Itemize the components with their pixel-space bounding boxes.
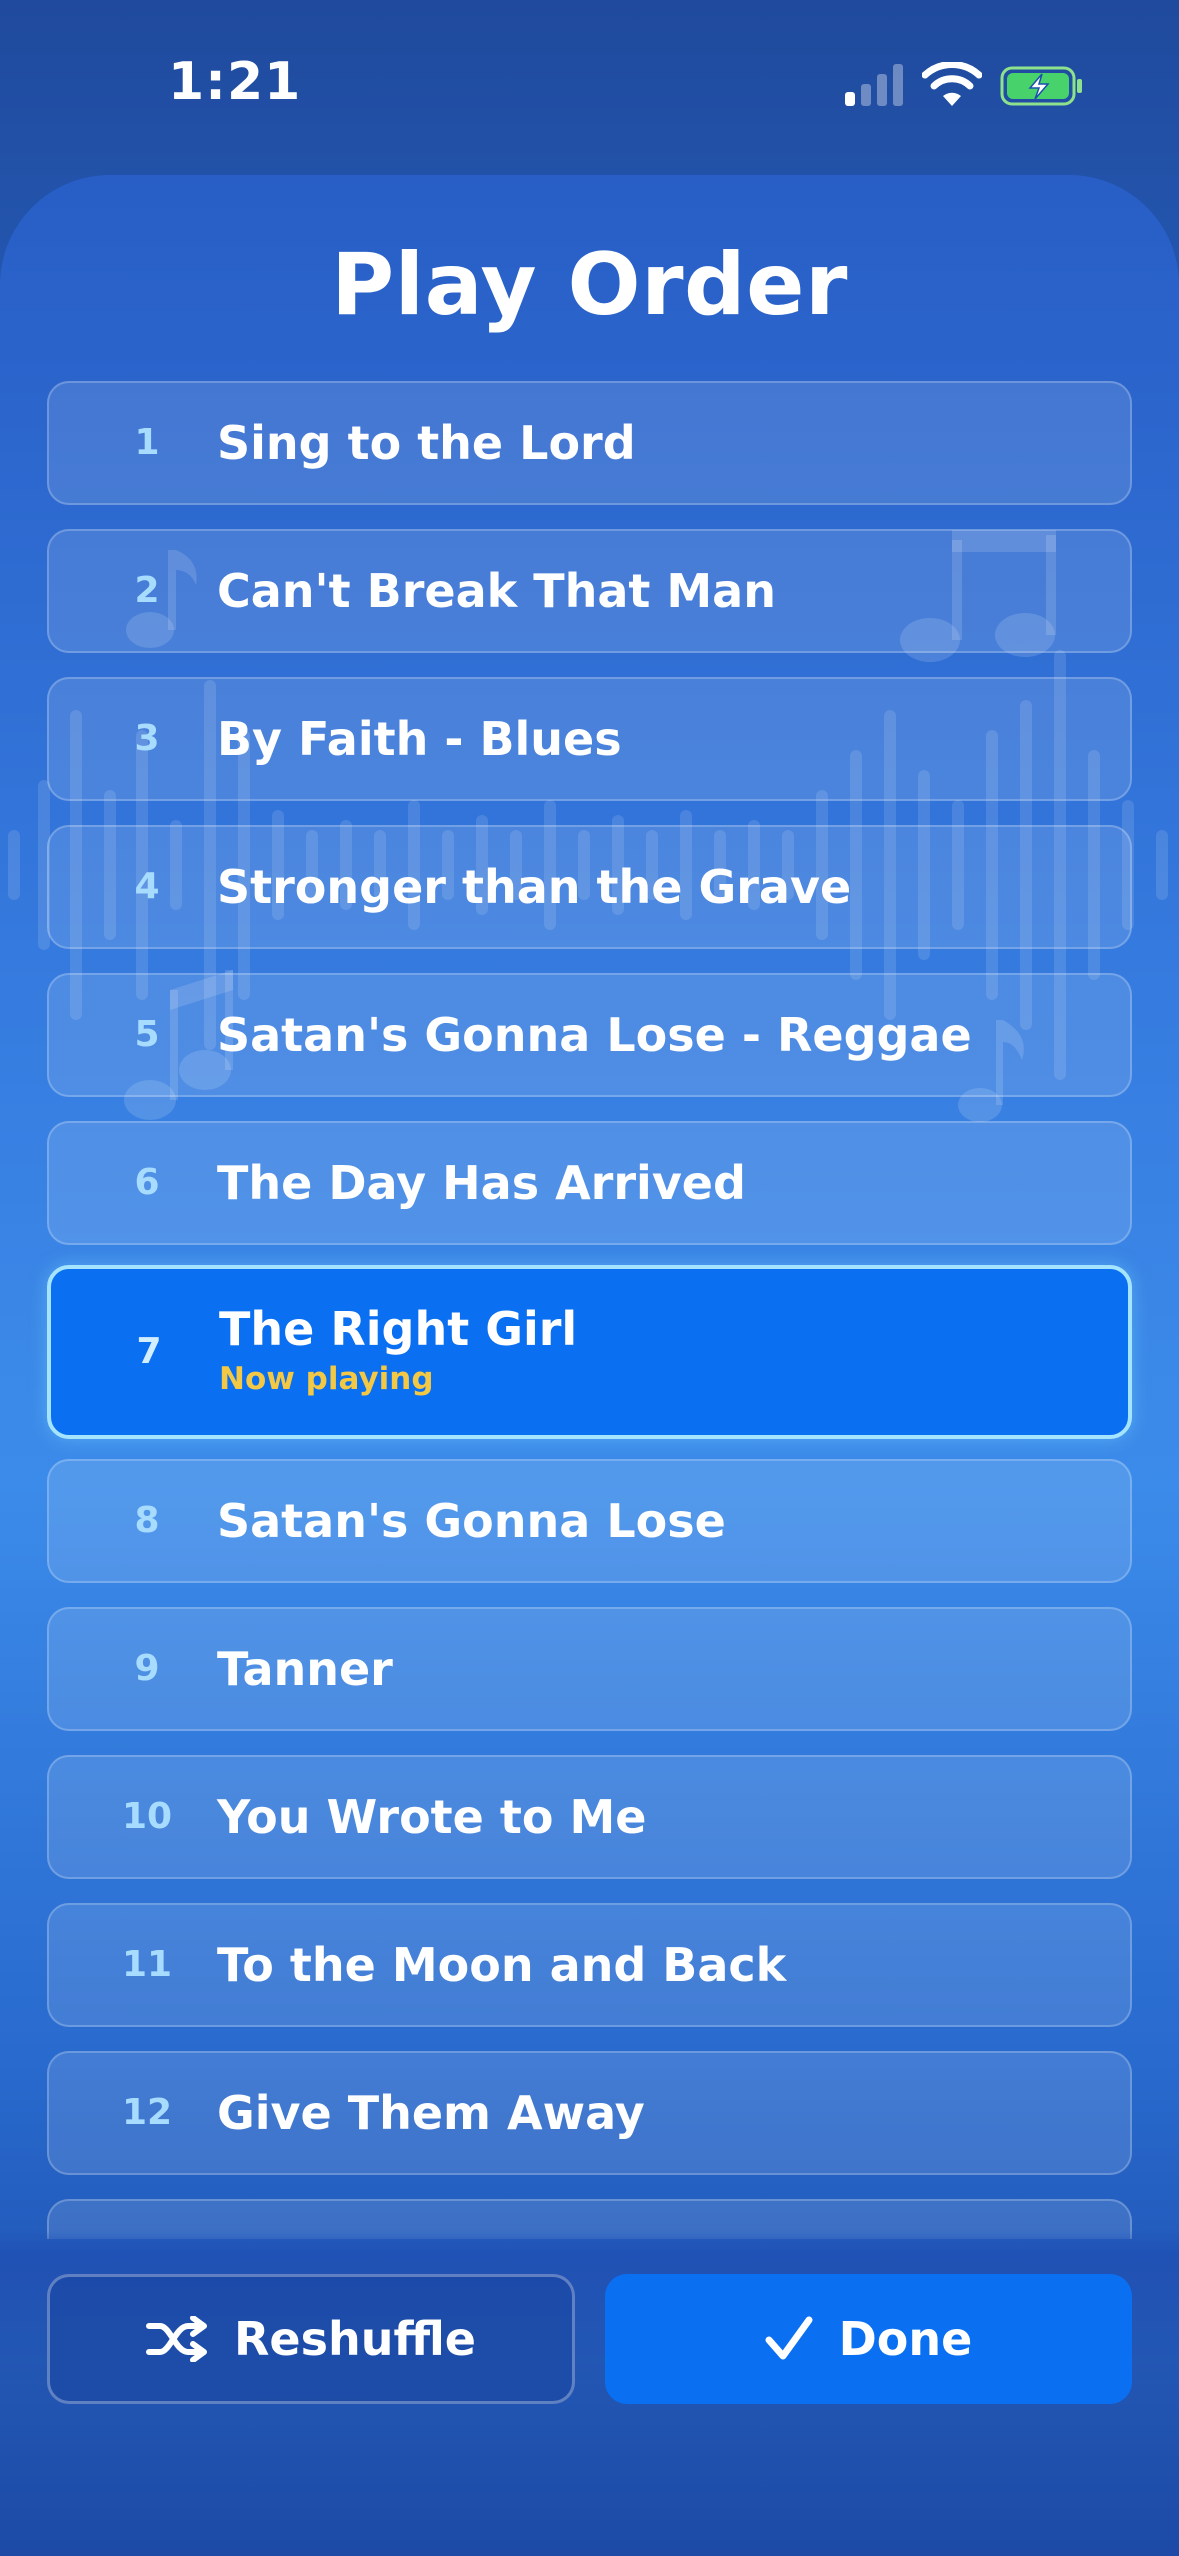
track-number: 3	[134, 718, 160, 759]
track-number: 9	[134, 1648, 160, 1689]
track-row[interactable]: 9 Tanner	[47, 1607, 1132, 1731]
sheet-title: Play Order	[331, 235, 848, 335]
track-number: 8	[134, 1500, 160, 1541]
track-number: 10	[121, 1796, 173, 1837]
track-number: 12	[121, 2092, 173, 2133]
track-list[interactable]: 1 Sing to the Lord 2 Can't Break That Ma…	[47, 381, 1132, 2263]
track-title: Satan's Gonna Lose - Reggae	[217, 1008, 972, 1062]
track-title: Give Them Away	[217, 2086, 645, 2140]
track-number: 5	[134, 1014, 160, 1055]
now-playing-label: Now playing	[219, 1361, 434, 1397]
track-row[interactable]: 10 You Wrote to Me	[47, 1755, 1132, 1879]
track-title: To the Moon and Back	[217, 1938, 787, 1992]
track-title: Satan's Gonna Lose	[217, 1494, 726, 1548]
track-title: Stronger than the Grave	[217, 860, 852, 914]
track-row[interactable]: 5 Satan's Gonna Lose - Reggae	[47, 973, 1132, 1097]
track-number: 6	[134, 1162, 160, 1203]
shuffle-icon	[145, 2316, 207, 2362]
wifi-icon	[922, 62, 982, 106]
reshuffle-label: Reshuffle	[233, 2312, 477, 2366]
status-bar: 1:21	[0, 0, 1179, 175]
track-title: You Wrote to Me	[217, 1790, 647, 1844]
battery-charging-icon	[1000, 66, 1082, 106]
track-row-now-playing[interactable]: 7 The Right Girl Now playing	[47, 1265, 1132, 1439]
track-title: The Day Has Arrived	[217, 1156, 746, 1210]
track-title: Can't Break That Man	[217, 564, 776, 618]
track-title: The Right Girl	[219, 1302, 578, 1356]
track-title: Sing to the Lord	[217, 416, 636, 470]
reshuffle-button[interactable]: Reshuffle	[47, 2274, 575, 2404]
track-row[interactable]: 6 The Day Has Arrived	[47, 1121, 1132, 1245]
track-number: 7	[136, 1331, 162, 1372]
done-label: Done	[838, 2312, 973, 2366]
track-row[interactable]: 1 Sing to the Lord	[47, 381, 1132, 505]
track-number: 2	[134, 570, 160, 611]
done-button[interactable]: Done	[605, 2274, 1132, 2404]
status-time: 1:21	[168, 52, 302, 112]
cellular-signal-icon	[845, 64, 903, 106]
track-number: 1	[134, 422, 160, 463]
track-row[interactable]: 4 Stronger than the Grave	[47, 825, 1132, 949]
checkmark-icon	[765, 2316, 813, 2360]
track-row[interactable]: 2 Can't Break That Man	[47, 529, 1132, 653]
track-row[interactable]: 8 Satan's Gonna Lose	[47, 1459, 1132, 1583]
track-row[interactable]: 3 By Faith - Blues	[47, 677, 1132, 801]
track-title: Tanner	[217, 1642, 393, 1696]
track-title: By Faith - Blues	[217, 712, 622, 766]
track-number: 4	[134, 866, 160, 907]
track-row[interactable]: 11 To the Moon and Back	[47, 1903, 1132, 2027]
track-row[interactable]: 12 Give Them Away	[47, 2051, 1132, 2175]
track-number: 11	[121, 1944, 173, 1985]
